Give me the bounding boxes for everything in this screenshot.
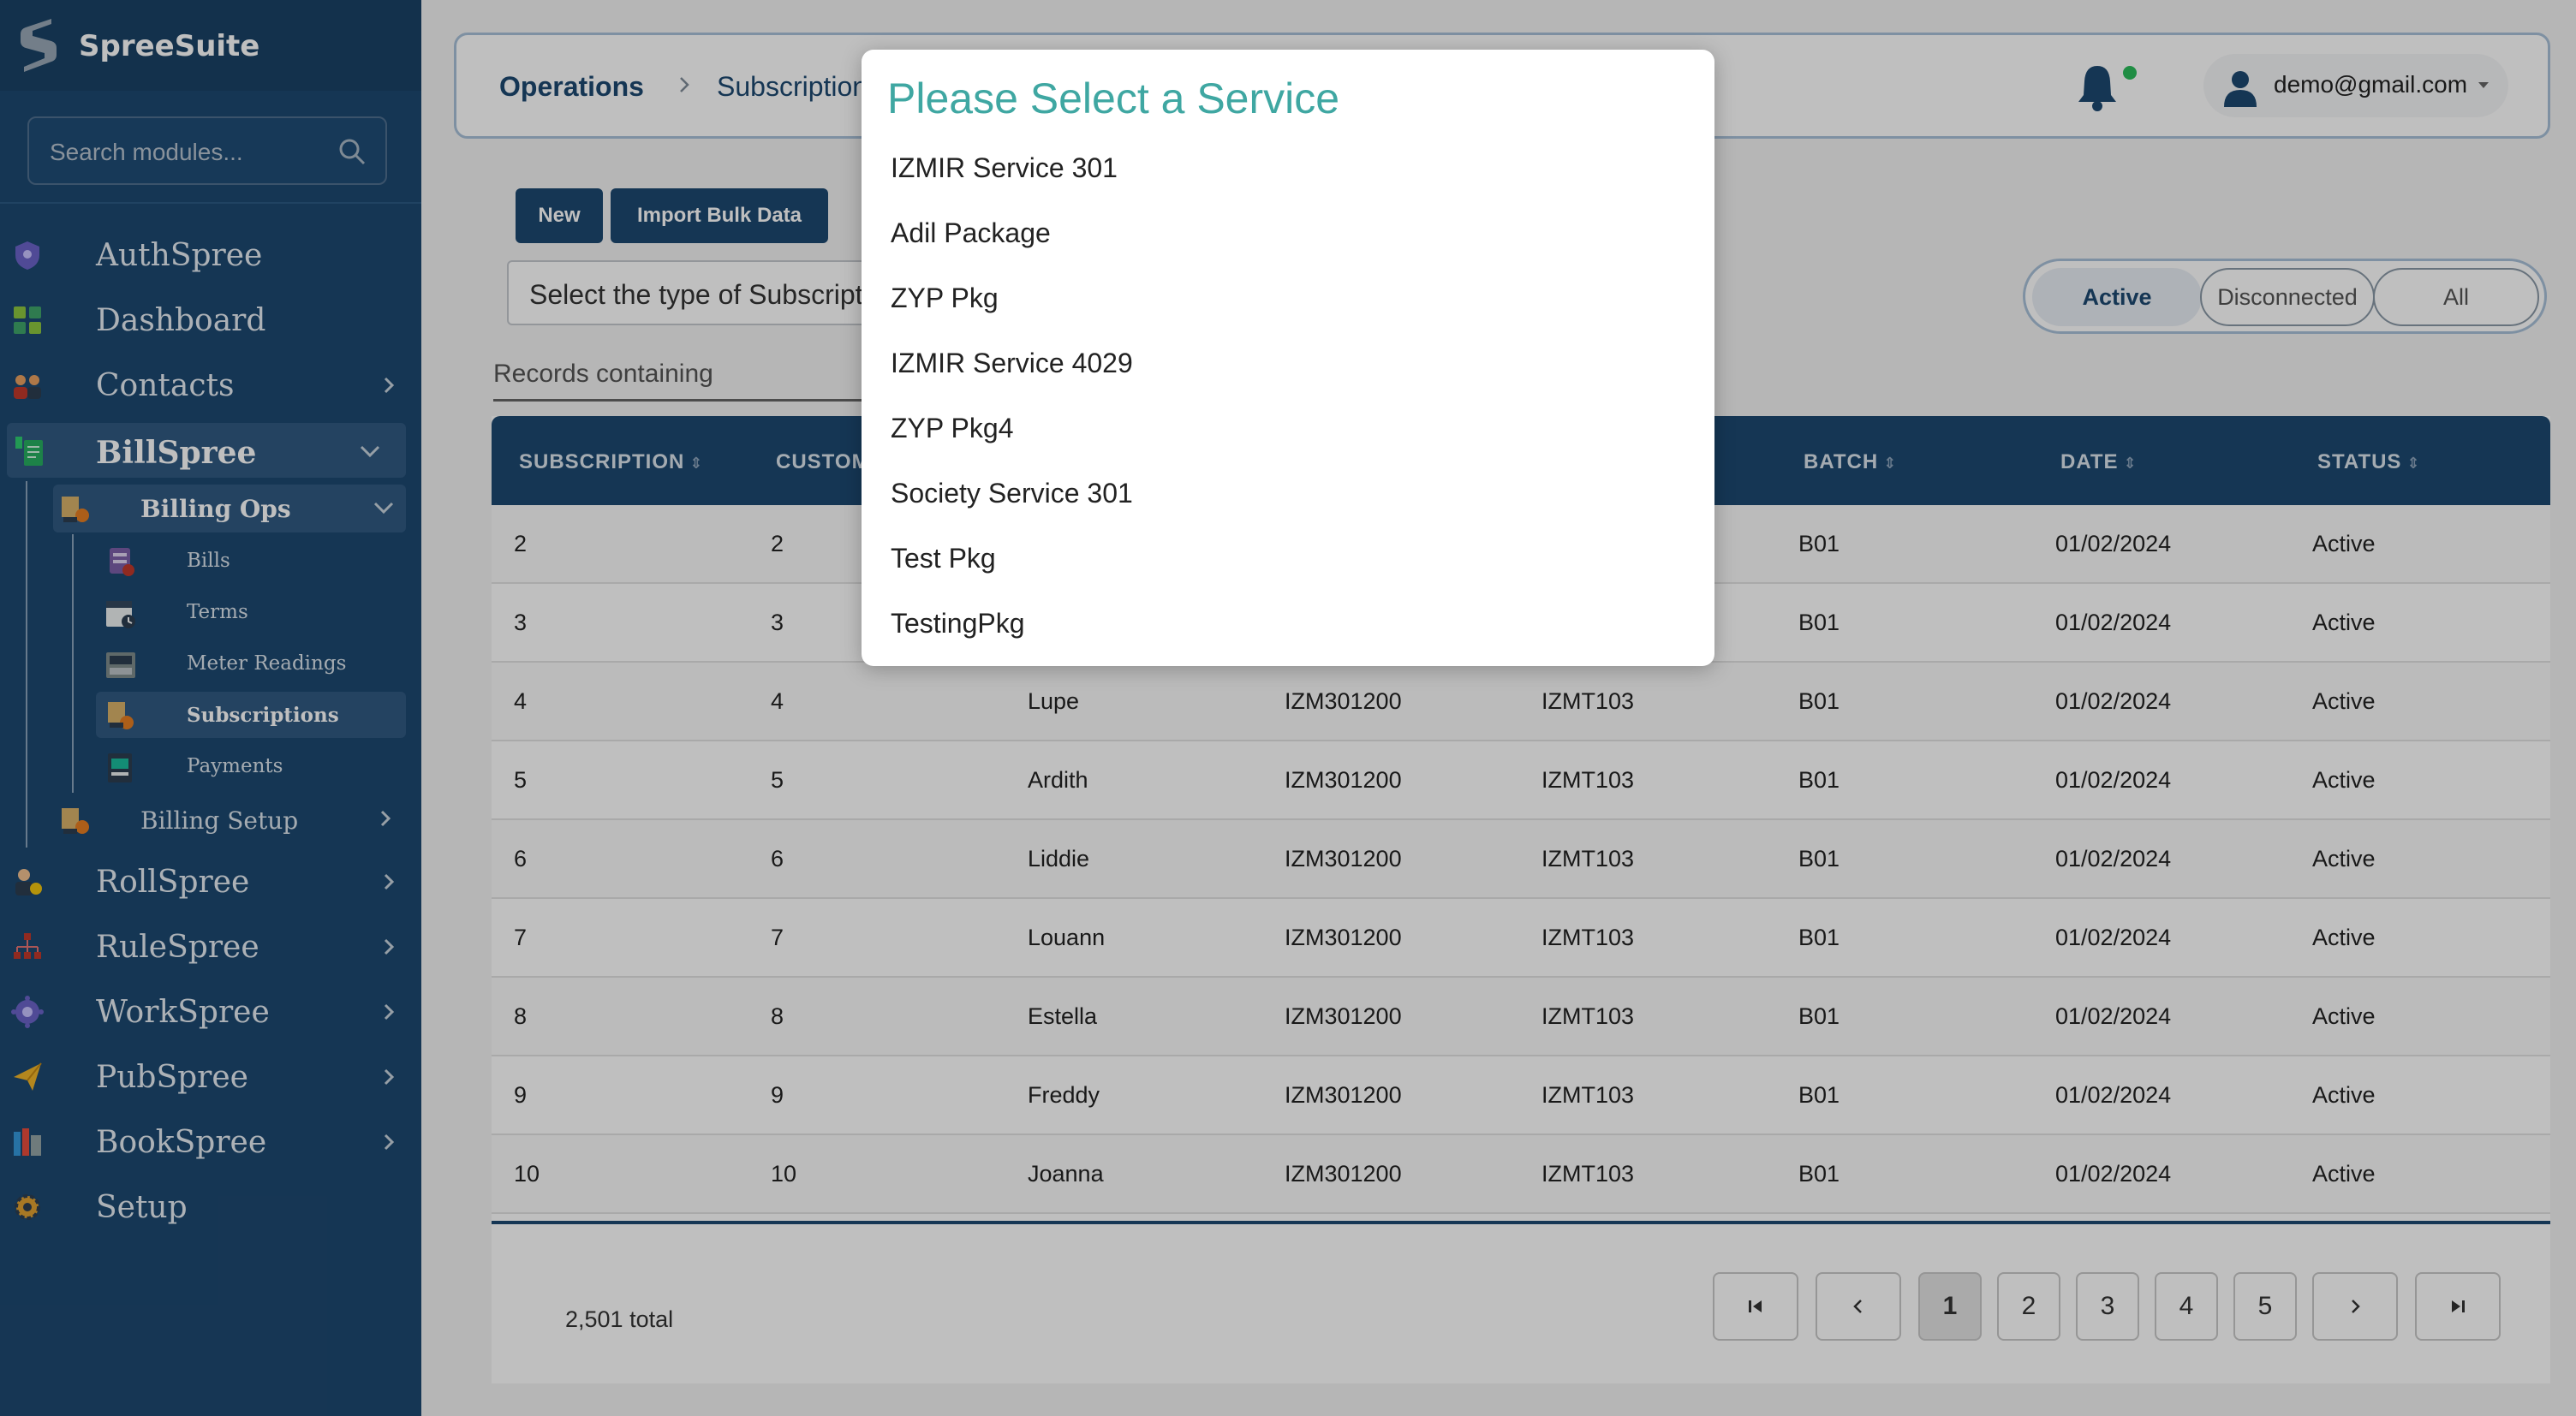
service-option[interactable]: ZYP Pkg4 (891, 402, 1679, 454)
service-option[interactable]: Test Pkg (891, 532, 1679, 584)
service-option[interactable]: Adil Package (891, 207, 1679, 259)
service-option[interactable]: Society Service 301 (891, 467, 1679, 519)
service-select-modal: Please Select a Service IZMIR Service 30… (862, 50, 1714, 666)
service-option[interactable]: IZMIR Service 301 (891, 142, 1679, 193)
service-option[interactable]: IZMIR Service 4029 (891, 337, 1679, 389)
service-option[interactable]: TestingPkg (891, 598, 1679, 649)
modal-title: Please Select a Service (887, 74, 1340, 122)
service-option[interactable]: ZYP Pkg (891, 272, 1679, 324)
service-list: IZMIR Service 301 Adil Package ZYP Pkg IZMI… (862, 142, 1714, 656)
